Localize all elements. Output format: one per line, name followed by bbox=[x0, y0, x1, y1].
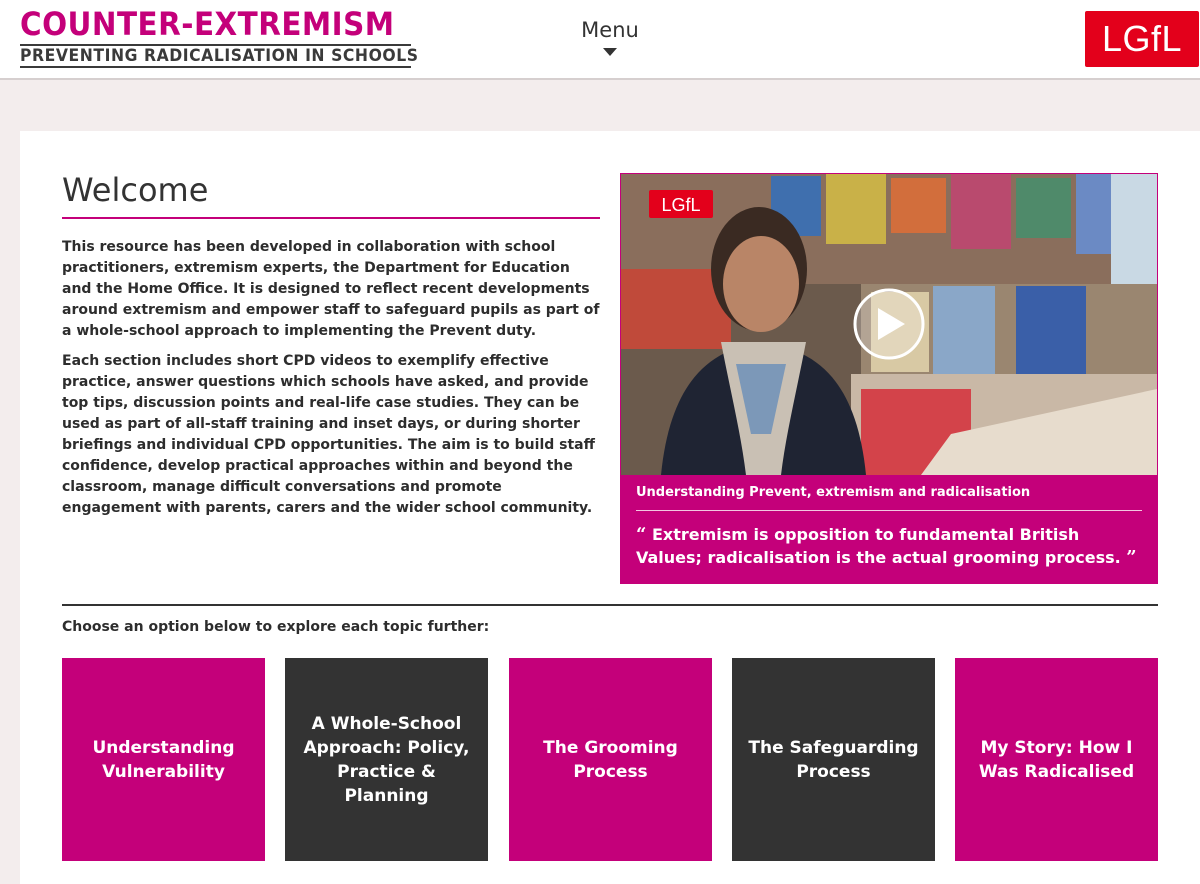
welcome-title: Welcome bbox=[62, 171, 600, 219]
tile-my-story[interactable]: My Story: How I Was Radicalised bbox=[955, 658, 1158, 861]
caption-divider bbox=[636, 510, 1142, 511]
site-header: COUNTER-EXTREMISM PREVENTING RADICALISAT… bbox=[0, 0, 1200, 80]
main-card: Welcome This resource has been developed… bbox=[20, 131, 1200, 884]
logo-subtitle: PREVENTING RADICALISATION IN SCHOOLS bbox=[20, 44, 419, 68]
menu-label: Menu bbox=[581, 18, 639, 42]
welcome-paragraph-1: This resource has been developed in coll… bbox=[62, 239, 600, 339]
tile-safeguarding-process[interactable]: The Safeguarding Process bbox=[732, 658, 935, 861]
video-thumbnail: LGfL bbox=[621, 174, 1157, 475]
tile-whole-school-approach[interactable]: A Whole-School Approach: Policy, Practic… bbox=[285, 658, 488, 861]
tile-label: The Safeguarding Process bbox=[748, 737, 919, 782]
tile-label: My Story: How I Was Radicalised bbox=[978, 737, 1135, 782]
video-watermark: LGfL bbox=[661, 195, 700, 215]
tile-label: A Whole-School Approach: Policy, Practic… bbox=[303, 713, 470, 806]
caret-down-icon bbox=[603, 48, 617, 56]
close-quote-icon: ” bbox=[1126, 547, 1137, 568]
logo-title: COUNTER-EXTREMISM bbox=[20, 5, 395, 43]
lgfl-logo[interactable]: LGfL bbox=[1085, 11, 1199, 67]
site-logo[interactable]: COUNTER-EXTREMISM PREVENTING RADICALISAT… bbox=[20, 5, 419, 68]
welcome-section: Welcome This resource has been developed… bbox=[62, 171, 600, 519]
quote-text: Extremism is opposition to fundamental B… bbox=[636, 525, 1121, 567]
tile-understanding-vulnerability[interactable]: Understanding Vulnerability bbox=[62, 658, 265, 861]
tile-label: The Grooming Process bbox=[543, 737, 678, 782]
video-caption: Understanding Prevent, extremism and rad… bbox=[636, 485, 1031, 500]
menu-button[interactable]: Menu bbox=[570, 18, 650, 56]
video-player[interactable]: LGfL bbox=[621, 174, 1157, 475]
video-panel: LGfL Understanding Prevent, extremism an… bbox=[620, 173, 1158, 584]
section-divider bbox=[62, 604, 1158, 606]
video-quote: “ Extremism is opposition to fundamental… bbox=[636, 523, 1141, 569]
play-icon[interactable] bbox=[853, 288, 925, 360]
tile-grooming-process[interactable]: The Grooming Process bbox=[509, 658, 712, 861]
tile-label: Understanding Vulnerability bbox=[92, 737, 235, 782]
choose-option-text: Choose an option below to explore each t… bbox=[62, 619, 490, 635]
welcome-paragraph-2: Each section includes short CPD videos t… bbox=[62, 353, 595, 516]
open-quote-icon: “ bbox=[636, 524, 647, 545]
